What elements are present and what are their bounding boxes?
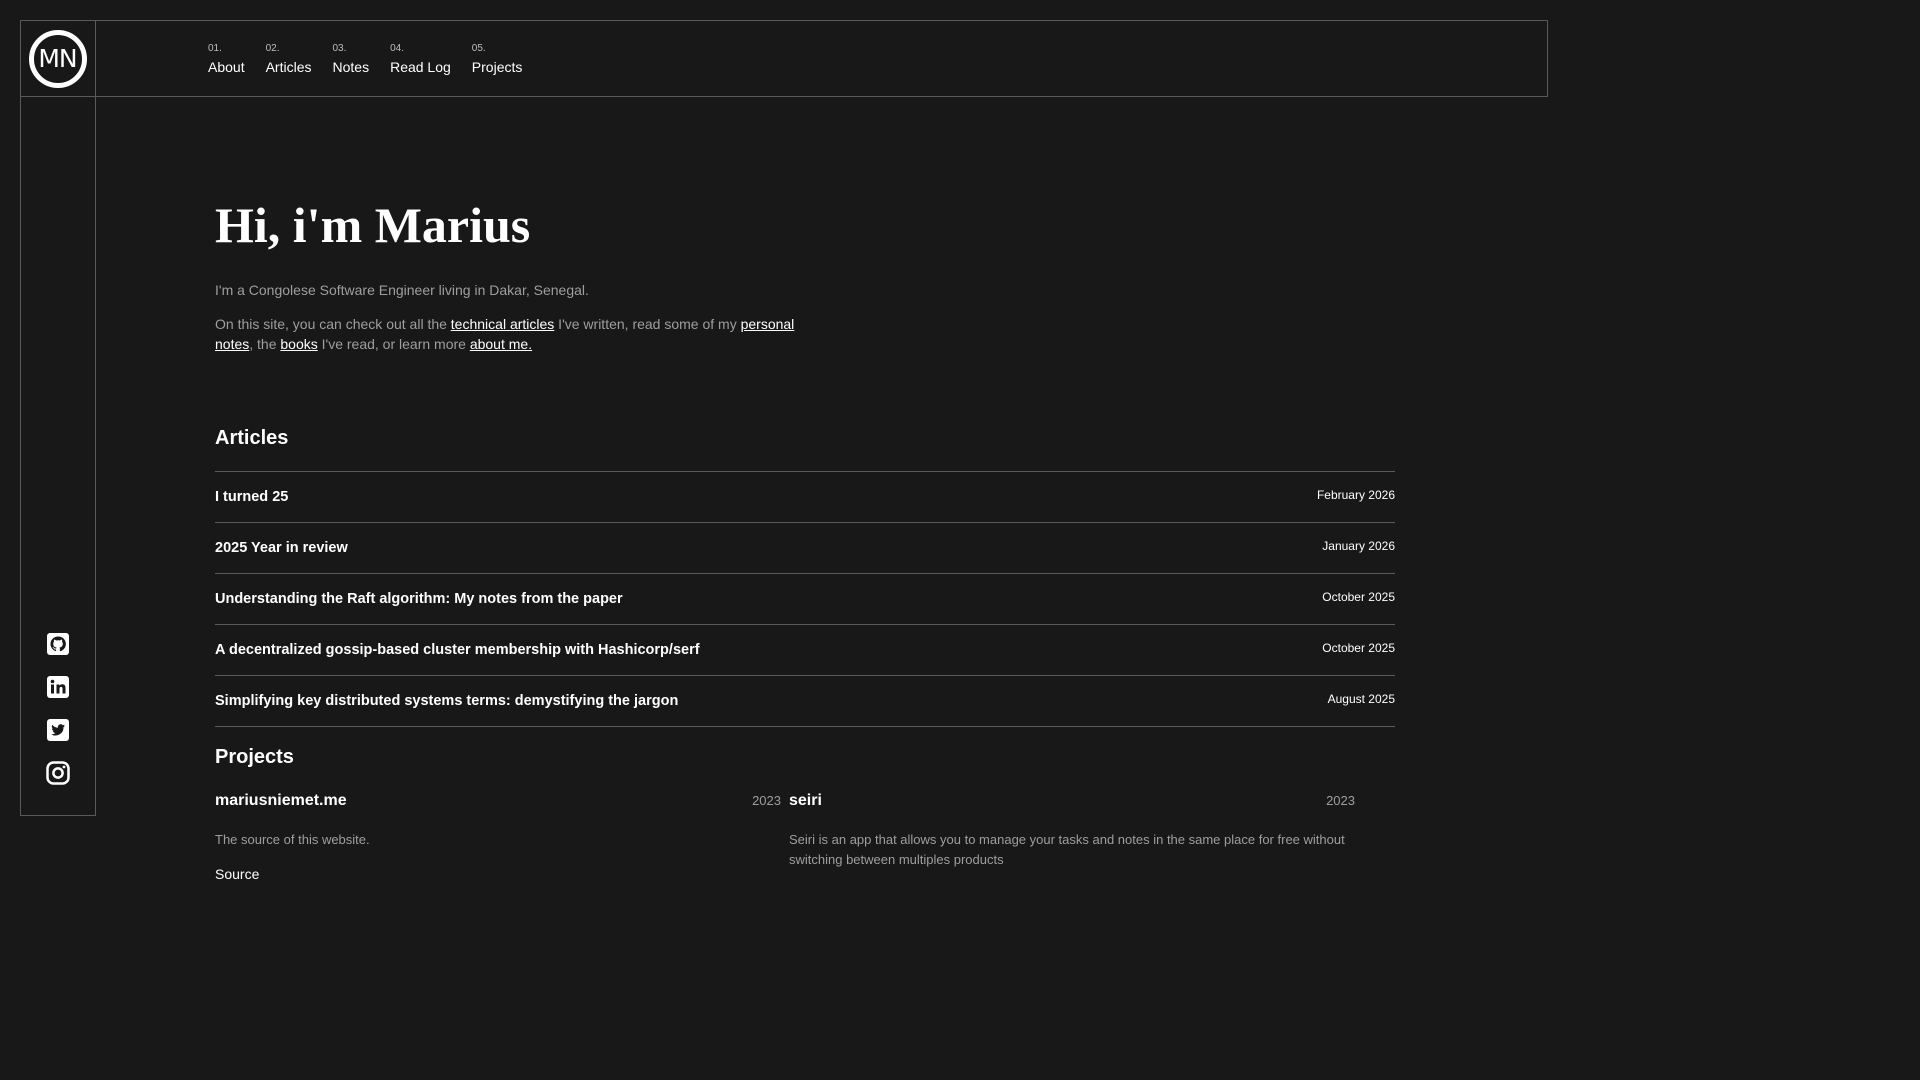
articles-heading: Articles <box>215 427 289 449</box>
article-title[interactable]: I turned 25 <box>215 489 288 505</box>
intro-text: , the <box>249 336 281 352</box>
article-title[interactable]: Simplifying key distributed systems term… <box>215 693 678 709</box>
nav-item-about[interactable]: 01. About <box>208 43 245 75</box>
article-date: August 2025 <box>1327 692 1395 706</box>
project-description: The source of this website. <box>215 832 370 847</box>
article-title[interactable]: A decentralized gossip-based cluster mem… <box>215 642 700 658</box>
project-name[interactable]: seiri <box>789 792 822 810</box>
nav-number: 02. <box>265 43 280 54</box>
logo[interactable]: MN <box>28 29 87 88</box>
article-date: October 2025 <box>1322 641 1395 655</box>
nav-label[interactable]: About <box>208 59 245 75</box>
linkedin-icon[interactable] <box>46 675 70 699</box>
projects-grid: mariusniemet.me 2023 The source of this … <box>215 792 1395 884</box>
project-name[interactable]: mariusniemet.me <box>215 792 347 810</box>
nav-item-read-log[interactable]: 04. Read Log <box>390 43 451 75</box>
books-link[interactable]: books <box>280 336 317 352</box>
nav-label[interactable]: Projects <box>472 59 523 75</box>
intro-text: I've read, or learn more <box>317 336 470 352</box>
project-source-link[interactable]: Source <box>215 866 259 882</box>
nav-number: 05. <box>471 43 486 54</box>
intro-line: I'm a Congolese Software Engineer living… <box>215 282 589 298</box>
article-title[interactable]: Understanding the Raft algorithm: My not… <box>215 591 623 607</box>
intro: I'm a Congolese Software Engineer living… <box>215 280 815 368</box>
twitter-icon[interactable] <box>46 718 70 742</box>
article-date: January 2026 <box>1322 539 1395 553</box>
instagram-icon[interactable] <box>46 761 70 785</box>
project-head: mariusniemet.me 2023 <box>215 792 781 810</box>
article-row[interactable]: Understanding the Raft algorithm: My not… <box>215 574 1395 625</box>
project-card: seiri 2023 Seiri is an app that allows y… <box>789 792 1355 884</box>
project-card: mariusniemet.me 2023 The source of this … <box>215 792 781 884</box>
nav-number: 04. <box>390 43 404 54</box>
projects-heading: Projects <box>215 746 294 768</box>
articles-list: I turned 25 February 2026 2025 Year in r… <box>215 471 1395 727</box>
nav-label[interactable]: Articles <box>266 59 312 75</box>
about-me-link[interactable]: about me. <box>470 336 532 352</box>
project-year: 2023 <box>1326 793 1355 808</box>
intro-text: I've written, read some of my <box>554 316 741 332</box>
nav-label[interactable]: Notes <box>333 59 370 75</box>
project-year: 2023 <box>752 793 781 808</box>
nav-item-articles[interactable]: 02. Articles <box>266 43 312 75</box>
article-row[interactable]: A decentralized gossip-based cluster mem… <box>215 625 1395 676</box>
article-date: October 2025 <box>1322 590 1395 604</box>
nav-number: 03. <box>332 43 347 54</box>
article-row[interactable]: I turned 25 February 2026 <box>215 472 1395 523</box>
article-row[interactable]: Simplifying key distributed systems term… <box>215 676 1395 727</box>
logo-cell[interactable]: MN <box>20 20 96 97</box>
article-row[interactable]: 2025 Year in review January 2026 <box>215 523 1395 574</box>
project-description: Seiri is an app that allows you to manag… <box>789 832 1345 867</box>
article-title[interactable]: 2025 Year in review <box>215 540 348 556</box>
intro-paragraph: On this site, you can check out all the … <box>215 314 815 354</box>
github-icon[interactable] <box>46 632 70 656</box>
nav-item-projects[interactable]: 05. Projects <box>472 43 523 75</box>
nav-number: 01. <box>208 43 222 54</box>
social-links <box>45 632 71 785</box>
nav-item-notes[interactable]: 03. Notes <box>333 43 370 75</box>
project-head: seiri 2023 <box>789 792 1355 810</box>
intro-text: On this site, you can check out all the <box>215 316 451 332</box>
main-nav: 01. About 02. Articles 03. Notes 04. Rea… <box>208 43 522 75</box>
nav-label[interactable]: Read Log <box>390 59 451 75</box>
hero-title: Hi, i'm Marius <box>215 197 531 253</box>
article-date: February 2026 <box>1316 488 1395 502</box>
technical-articles-link[interactable]: technical articles <box>451 316 555 332</box>
